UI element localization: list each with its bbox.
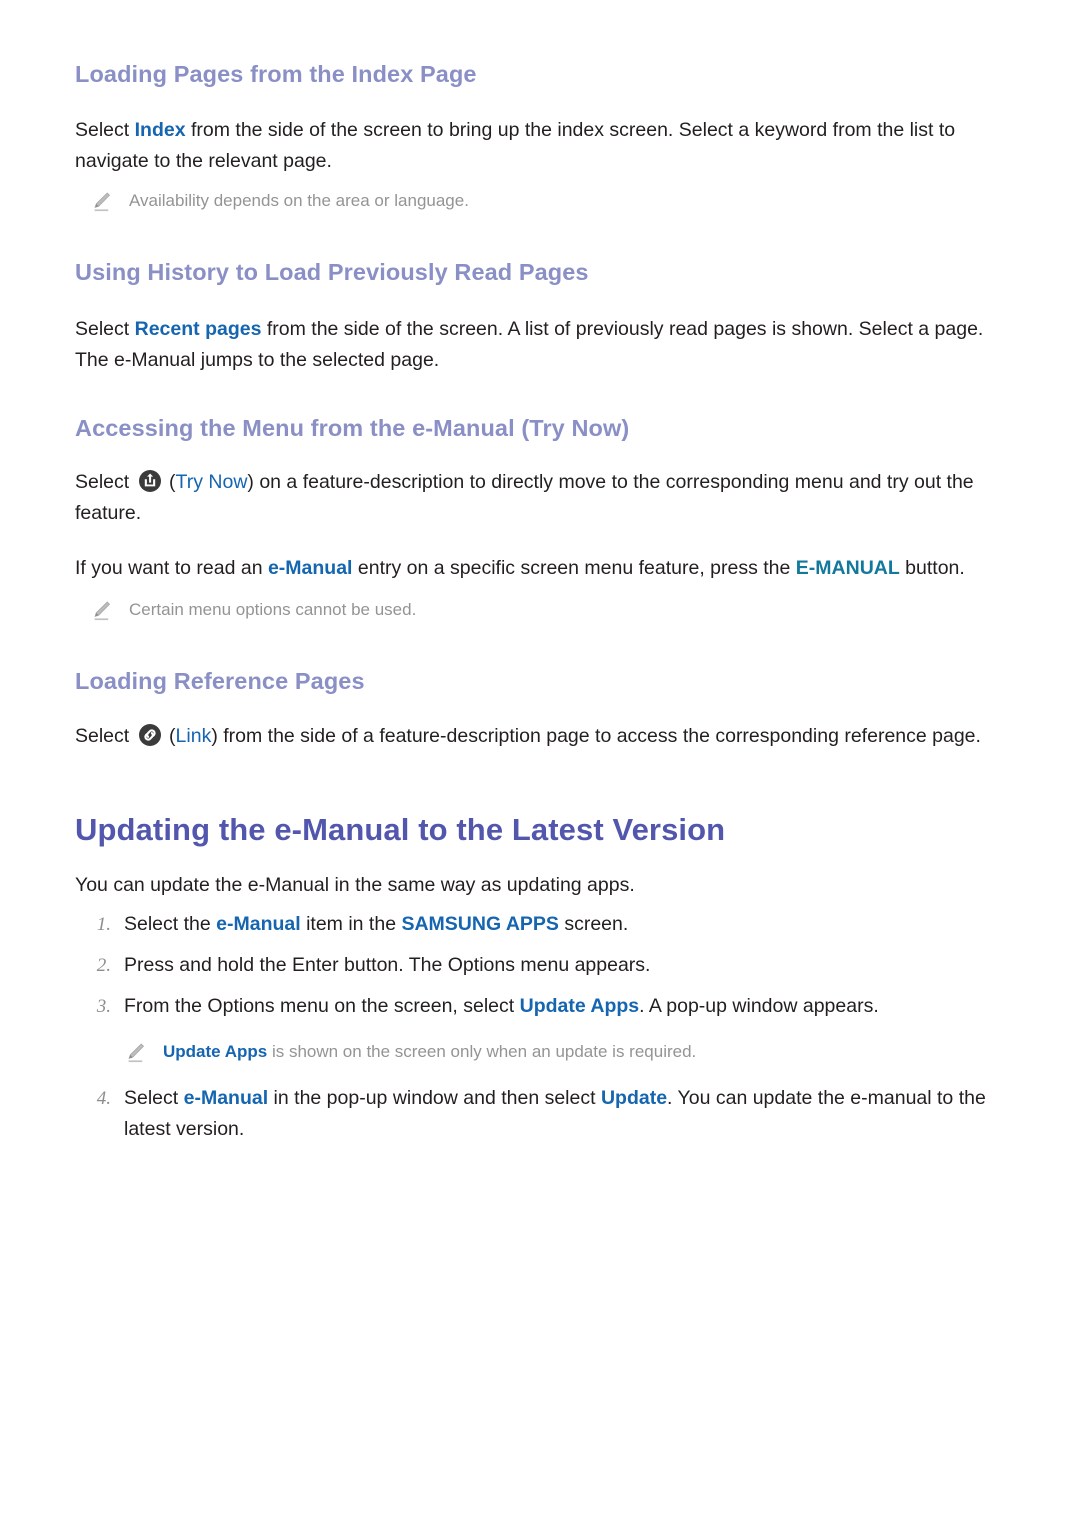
note-certain-menu-options: Certain menu options cannot be used. <box>75 596 1008 623</box>
list-item-number: 1. <box>96 913 111 935</box>
note-availability: Availability depends on the area or lang… <box>75 187 1008 214</box>
paragraph-using-history: Select Recent pages from the side of the… <box>75 314 1008 376</box>
step-text-post: screen. <box>558 912 629 935</box>
step-text-pre: From the Options menu on the screen, sel… <box>124 994 520 1017</box>
note-update-apps: Update Apps is shown on the screen only … <box>75 1038 1008 1065</box>
paragraph-index-page: Select Index from the side of the screen… <box>75 115 1008 177</box>
section-heading-using-history: Using History to Load Previously Read Pa… <box>75 259 589 286</box>
paragraph-text-pre: Select <box>75 317 135 340</box>
pencil-icon <box>90 190 112 214</box>
step-text-mid: in the pop-up window and then select <box>268 1086 601 1109</box>
link-e-manual-button[interactable]: E-MANUAL <box>796 557 900 579</box>
step-text-mid: . A pop-up window appears. <box>639 994 879 1017</box>
section-heading-accessing-menu: Accessing the Menu from the e-Manual (Tr… <box>75 414 630 441</box>
list-item-number: 3. <box>96 995 111 1017</box>
link-try-now[interactable]: Try Now <box>176 471 248 493</box>
list-item-number: 4. <box>96 1087 111 1109</box>
paragraph-try-now: Select (Try Now) on a feature-descriptio… <box>75 467 1008 529</box>
page-title: Updating the e-Manual to the Latest Vers… <box>75 811 726 847</box>
list-item: 3. From the Options menu on the screen, s… <box>75 991 1008 1022</box>
section-heading-index-page: Loading Pages from the Index Page <box>75 61 477 87</box>
link-index[interactable]: Index <box>135 119 186 141</box>
document-page: Loading Pages from the Index Page Select… <box>0 0 1080 1527</box>
paragraph-text-mid: entry on a specific screen menu feature,… <box>352 557 796 580</box>
link-e-manual[interactable]: e-Manual <box>184 1087 269 1109</box>
step-text-mid: item in the <box>300 912 402 935</box>
list-item: 1. Select the e-Manual item in the SAMSUN… <box>75 909 1008 940</box>
paragraph-text-pre: Select <box>75 724 135 747</box>
link-e-manual[interactable]: e-Manual <box>268 557 353 579</box>
paragraph-text-post: ) from the side of a feature-description… <box>211 724 981 747</box>
note-text: Update Apps is shown on the screen only … <box>146 1038 696 1065</box>
paragraph-text-mid: ( <box>163 471 176 494</box>
paragraph-link: Select (Link) from the side of a feature… <box>75 721 1008 752</box>
note-text: Certain menu options cannot be used. <box>129 600 417 620</box>
list-item: 2. Press and hold the Enter button. The O… <box>75 950 1008 981</box>
paragraph-emanual-button: If you want to read an e-Manual entry on… <box>75 553 1008 584</box>
paragraph-text-pre: Select <box>75 119 135 142</box>
link-samsung-apps[interactable]: SAMSUNG APPS <box>401 913 558 935</box>
pencil-icon <box>90 599 112 623</box>
paragraph-text-pre: Select <box>75 471 135 494</box>
link-icon[interactable] <box>138 723 162 747</box>
pencil-icon <box>124 1041 146 1065</box>
link-update-apps[interactable]: Update Apps <box>163 1042 267 1061</box>
link-link[interactable]: Link <box>176 725 212 747</box>
section-heading-loading-reference-pages: Loading Reference Pages <box>75 668 365 695</box>
link-recent-pages[interactable]: Recent pages <box>135 318 262 340</box>
step-text-pre: Select the <box>124 912 217 935</box>
note-text-rest: is shown on the screen only when an upda… <box>267 1041 697 1061</box>
step-text-pre: Select <box>124 1086 184 1109</box>
link-update-apps[interactable]: Update Apps <box>520 995 640 1017</box>
step-text-pre: Press and hold the Enter button. The Opt… <box>124 953 651 976</box>
link-e-manual[interactable]: e-Manual <box>216 913 301 935</box>
note-text: Availability depends on the area or lang… <box>129 191 469 211</box>
list-item: 4. Select e-Manual in the pop-up window a… <box>75 1083 1008 1145</box>
paragraph-intro-update: You can update the e-Manual in the same … <box>75 873 635 896</box>
paragraph-text-pre: If you want to read an <box>75 557 268 580</box>
link-update[interactable]: Update <box>601 1087 667 1109</box>
list-item-number: 2. <box>96 954 111 976</box>
update-steps-list: 1. Select the e-Manual item in the SAMSUN… <box>75 909 1008 1145</box>
try-now-icon[interactable] <box>138 469 162 493</box>
paragraph-text-post: button. <box>899 557 965 580</box>
paragraph-text-post: from the side of the screen to bring up … <box>75 119 956 173</box>
paragraph-text-mid: ( <box>163 724 176 747</box>
